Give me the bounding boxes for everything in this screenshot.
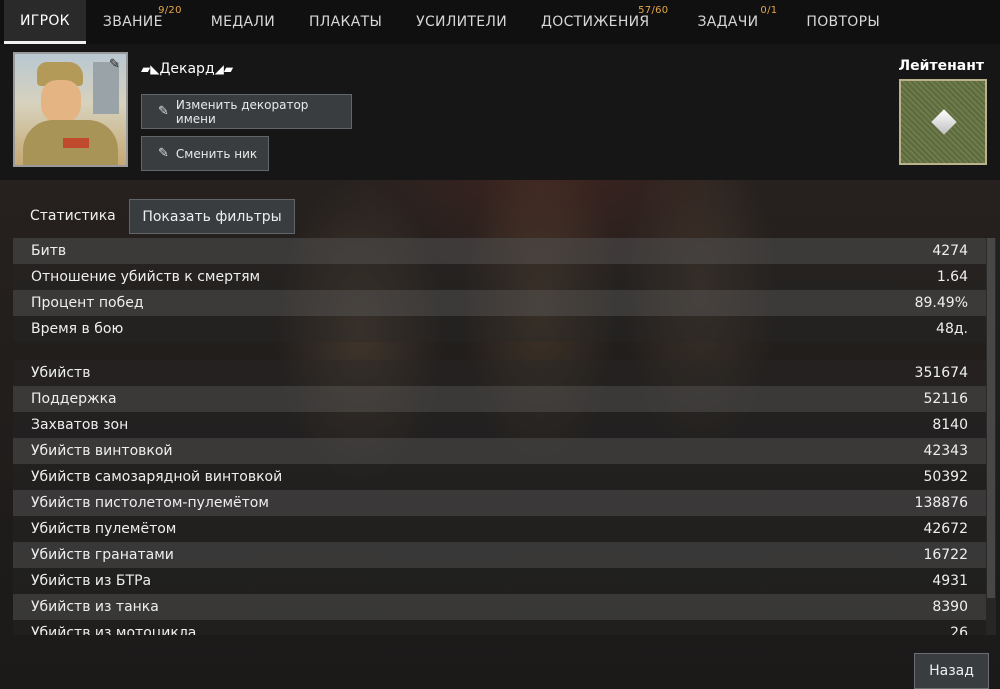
- table-row: Убийств самозарядной винтовкой 50392: [13, 464, 986, 490]
- nickname-text: Декард: [159, 61, 215, 77]
- table-row: Убийств винтовкой 42343: [13, 438, 986, 464]
- tab-medals[interactable]: МЕДАЛИ: [194, 0, 292, 44]
- show-filters-button[interactable]: Показать фильтры: [129, 199, 295, 234]
- stats-title: Статистика: [30, 208, 116, 224]
- tab-label: ДОСТИЖЕНИЯ: [541, 14, 650, 30]
- tab-boosters[interactable]: УСИЛИТЕЛИ: [399, 0, 524, 44]
- back-button[interactable]: Назад: [914, 653, 989, 689]
- stat-label: Убийств гранатами: [31, 547, 174, 563]
- table-row: Захватов зон 8140: [13, 412, 986, 438]
- table-row: Время в бою 48д.: [13, 316, 986, 342]
- tab-label: ИГРОК: [20, 12, 70, 29]
- avatar-face: [41, 80, 81, 122]
- tab-replays[interactable]: ПОВТОРЫ: [789, 0, 897, 44]
- table-row: Убийств пистолетом-пулемётом 138876: [13, 490, 986, 516]
- stat-value: 16722: [923, 547, 968, 563]
- diamond-icon: [931, 109, 957, 135]
- table-row: Убийств из БТРа 4931: [13, 568, 986, 594]
- edit-avatar-pencil-icon[interactable]: ✎: [109, 57, 123, 72]
- top-nav: ИГРОК ЗВАНИЕ 9/20 МЕДАЛИ ПЛАКАТЫ УСИЛИТЕЛ…: [0, 0, 1000, 44]
- stat-value: 1.64: [936, 269, 968, 285]
- rank-insignia[interactable]: [899, 79, 987, 165]
- tab-label: ЗВАНИЕ: [102, 14, 163, 30]
- pencil-icon: ✎: [158, 146, 169, 161]
- stat-label: Убийств: [31, 365, 91, 381]
- button-label: Изменить декоратор имени: [175, 97, 309, 126]
- stat-label: Битв: [31, 243, 67, 259]
- tab-label: ЗАДАЧИ: [697, 14, 759, 30]
- stat-value: 8390: [932, 599, 968, 615]
- stat-value: 4274: [932, 243, 968, 259]
- scrollbar-thumb[interactable]: [987, 238, 995, 598]
- stat-value: 89.49%: [914, 295, 968, 311]
- stat-value: 351674: [914, 365, 968, 381]
- stat-label: Отношение убийств к смертям: [31, 269, 261, 285]
- tab-posters[interactable]: ПЛАКАТЫ: [292, 0, 399, 44]
- tab-label: МЕДАЛИ: [210, 14, 275, 30]
- tab-label: ПЛАКАТЫ: [308, 14, 383, 30]
- change-name-decorator-button[interactable]: ✎ Изменить декоратор имени: [141, 94, 352, 129]
- stat-label: Время в бою: [31, 321, 124, 337]
- table-row: Отношение убийств к смертям 1.64: [13, 264, 986, 290]
- stat-value: 42343: [923, 443, 968, 459]
- stat-value: 8140: [932, 417, 968, 433]
- tab-counter: 9/20: [158, 5, 182, 16]
- tab-rank[interactable]: ЗВАНИЕ 9/20: [86, 0, 182, 44]
- stat-label: Захватов зон: [31, 417, 129, 433]
- stat-label: Убийств пистолетом-пулемётом: [31, 495, 269, 511]
- player-nickname: ▰◣Декард◢▰: [141, 61, 233, 77]
- group-divider: [13, 342, 986, 360]
- stat-value: 48д.: [936, 321, 968, 337]
- table-row: Битв 4274: [13, 238, 986, 264]
- tab-tasks[interactable]: ЗАДАЧИ 0/1: [680, 0, 778, 44]
- stat-value: 4931: [932, 573, 968, 589]
- tab-label: УСИЛИТЕЛИ: [416, 14, 508, 30]
- stat-label: Убийств из танка: [31, 599, 159, 615]
- stat-label: Убийств из БТРа: [31, 573, 152, 589]
- pencil-icon: ✎: [158, 104, 169, 119]
- stat-label: Убийств самозарядной винтовкой: [31, 469, 283, 485]
- stat-label: Убийств пулемётом: [31, 521, 177, 537]
- stats-scrollbar[interactable]: [986, 238, 996, 635]
- stat-value: 42672: [923, 521, 968, 537]
- stat-value: 138876: [914, 495, 968, 511]
- tank-decorator-left-icon: ▰◣: [141, 62, 160, 76]
- table-row: Убийств гранатами 16722: [13, 542, 986, 568]
- stat-label: Поддержка: [31, 391, 117, 407]
- rank-name: Лейтенант: [898, 58, 984, 74]
- avatar-medal: [63, 138, 89, 148]
- table-row: Поддержка 52116: [13, 386, 986, 412]
- stat-value: 52116: [923, 391, 968, 407]
- table-row: Убийств 351674: [13, 360, 986, 386]
- stat-label: Процент побед: [31, 295, 144, 311]
- tank-decorator-right-icon: ◢▰: [214, 62, 234, 76]
- tab-achievements[interactable]: ДОСТИЖЕНИЯ 57/60: [524, 0, 669, 44]
- stat-value: 50392: [923, 469, 968, 485]
- table-row: Убийств пулемётом 42672: [13, 516, 986, 542]
- stat-value: 26: [950, 625, 968, 635]
- button-label: Сменить ник: [175, 146, 258, 161]
- stat-label: Убийств винтовкой: [31, 443, 173, 459]
- stat-label: Убийств из мотоцикла: [31, 625, 197, 635]
- stats-list: Битв 4274 Отношение убийств к смертям 1.64…: [13, 238, 986, 635]
- tab-counter: 57/60: [638, 5, 669, 16]
- tab-counter: 0/1: [760, 5, 778, 16]
- table-row: Убийств из мотоцикла 26: [13, 620, 986, 635]
- table-row: Процент побед 89.49%: [13, 290, 986, 316]
- change-nick-button[interactable]: ✎ Сменить ник: [141, 136, 269, 171]
- table-row: Убийств из танка 8390: [13, 594, 986, 620]
- tab-label: ПОВТОРЫ: [806, 14, 881, 30]
- tab-player[interactable]: ИГРОК: [4, 0, 86, 44]
